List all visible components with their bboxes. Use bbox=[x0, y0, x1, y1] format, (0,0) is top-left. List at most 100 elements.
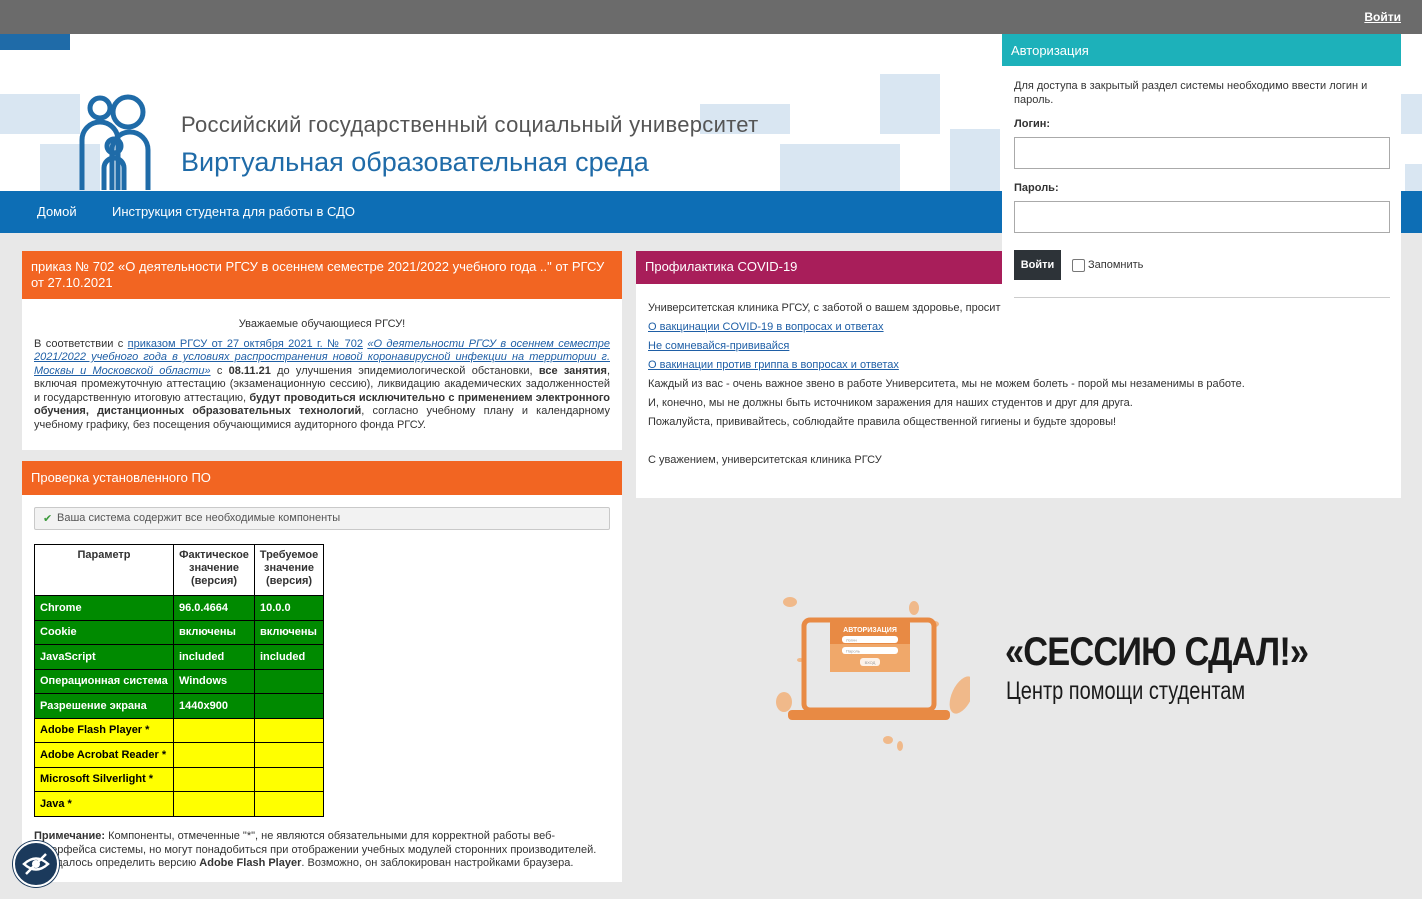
software-note: Примечание: Компоненты, отмеченные "*", … bbox=[34, 830, 604, 871]
auth-panel: Авторизация Для доступа в закрытый разде… bbox=[1002, 34, 1401, 334]
order-panel-title: приказ № 702 «О деятельности РГСУ в осен… bbox=[22, 251, 622, 299]
software-table-row: Adobe Acrobat Reader * bbox=[34, 742, 324, 768]
note-text-bold: Adobe Flash Player bbox=[199, 857, 302, 869]
software-cell-required bbox=[254, 668, 324, 694]
order-date: 08.11.21 bbox=[228, 364, 271, 377]
header-param: Параметр bbox=[34, 544, 174, 596]
art-login: Логин bbox=[846, 638, 857, 643]
covid-vaccinate-link[interactable]: Не сомневайся-прививайся bbox=[648, 340, 789, 352]
software-cell-actual bbox=[173, 742, 255, 768]
software-check-panel: Проверка установленного ПО ✔ Ваша систем… bbox=[22, 461, 622, 882]
software-table-row: Операционная система Windows bbox=[34, 668, 324, 694]
software-table-row: Java * bbox=[34, 791, 324, 817]
software-cell-param: Microsoft Silverlight * bbox=[34, 766, 174, 792]
software-cell-required: включены bbox=[254, 619, 324, 645]
promo-title[interactable]: «СЕССИЮ СДАЛ!» bbox=[1005, 630, 1309, 675]
covid-paragraph: Пожалуйста, прививайтесь, соблюдайте пра… bbox=[648, 416, 1117, 428]
software-cell-param: Java * bbox=[34, 791, 174, 817]
order-greeting: Уважаемые обучающиеся РГСУ! bbox=[238, 318, 406, 330]
order-link[interactable]: приказом РГСУ от 27 октября 2021 г. № 70… bbox=[128, 338, 363, 350]
header-decoration bbox=[1405, 164, 1422, 191]
software-cell-required: included bbox=[254, 644, 324, 670]
art-password: Пароль bbox=[846, 649, 860, 654]
header-decoration bbox=[1400, 94, 1422, 134]
password-label: Пароль: bbox=[1014, 182, 1059, 194]
software-cell-actual: включены bbox=[173, 619, 255, 645]
university-logo-icon bbox=[79, 94, 151, 190]
software-cell-param: Adobe Flash Player * bbox=[34, 717, 174, 743]
software-cell-actual: Windows bbox=[173, 668, 255, 694]
auth-divider bbox=[1014, 297, 1390, 298]
promo-subtitle[interactable]: Центр помощи студентам bbox=[1006, 677, 1245, 706]
software-cell-param: Chrome bbox=[34, 595, 174, 621]
remember-label: Запомнить bbox=[1088, 259, 1144, 271]
flu-faq-link[interactable]: О вакинации против гриппа в вопросах и о… bbox=[648, 359, 899, 371]
nav-student-instruction[interactable]: Инструкция студента для работы в СДО bbox=[112, 204, 355, 219]
header-decoration bbox=[0, 34, 70, 50]
note-label: Примечание: bbox=[34, 830, 106, 842]
covid-faq-link[interactable]: О вакцинации COVID-19 в вопросах и ответ… bbox=[648, 321, 884, 333]
software-table-header: Параметр Фактическое значение (версия) Т… bbox=[34, 544, 324, 596]
note-text: . Возможно, он заблокирован настройками … bbox=[301, 857, 574, 869]
software-table-row: Microsoft Silverlight * bbox=[34, 766, 324, 792]
top-login-link[interactable]: Войти bbox=[1364, 10, 1401, 24]
software-check-title: Проверка установленного ПО bbox=[22, 461, 622, 495]
software-cell-required bbox=[254, 717, 324, 743]
header-decoration bbox=[950, 129, 1000, 191]
password-input[interactable] bbox=[1014, 201, 1390, 233]
software-cell-required: 10.0.0 bbox=[254, 595, 324, 621]
software-table-row: JavaScript included included bbox=[34, 644, 324, 670]
software-cell-required bbox=[254, 791, 324, 817]
software-cell-required bbox=[254, 766, 324, 792]
order-text-part: с bbox=[210, 364, 229, 377]
software-table-row: Разрешение экрана 1440x900 bbox=[34, 693, 324, 719]
login-label: Логин: bbox=[1014, 118, 1051, 130]
software-cell-param: Операционная система bbox=[34, 668, 174, 694]
header-decoration bbox=[780, 144, 900, 191]
check-icon: ✔ bbox=[43, 513, 53, 525]
covid-paragraph: Каждый из вас - очень важное звено в раб… bbox=[648, 378, 1245, 390]
software-table-row: Cookie включены включены bbox=[34, 619, 324, 645]
header-decoration bbox=[880, 74, 940, 134]
auth-description: Для доступа в закрытый раздел системы не… bbox=[1014, 80, 1368, 106]
order-text: В соответствии с приказом РГСУ от 27 окт… bbox=[34, 338, 610, 433]
order-panel: приказ № 702 «О деятельности РГСУ в осен… bbox=[22, 251, 622, 450]
software-cell-actual: 96.0.4664 bbox=[173, 595, 255, 621]
order-panel-body: Уважаемые обучающиеся РГСУ! В соответств… bbox=[22, 299, 622, 442]
order-text-part: до улучшения эпидемиологической обстанов… bbox=[270, 364, 539, 377]
remember-checkbox[interactable] bbox=[1072, 259, 1085, 272]
environment-name: Виртуальная образовательная среда bbox=[181, 147, 649, 177]
login-input[interactable] bbox=[1014, 137, 1390, 169]
software-cell-required bbox=[254, 693, 324, 719]
software-table: Параметр Фактическое значение (версия) Т… bbox=[34, 544, 324, 817]
header-actual: Фактическое значение (версия) bbox=[173, 544, 255, 596]
software-cell-actual bbox=[173, 791, 255, 817]
order-text-bold: все занятия bbox=[538, 364, 607, 377]
software-cell-param: Adobe Acrobat Reader * bbox=[34, 742, 174, 768]
software-status-box: ✔ Ваша система содержит все необходимые … bbox=[34, 507, 610, 530]
software-cell-actual bbox=[173, 717, 255, 743]
art-title: АВТОРИЗАЦИЯ bbox=[843, 627, 897, 634]
software-table-row: Adobe Flash Player * bbox=[34, 717, 324, 743]
art-button: ВХОД bbox=[865, 660, 876, 665]
covid-paragraph: И, конечно, мы не должны быть источником… bbox=[648, 397, 1133, 409]
software-status-text: Ваша система содержит все необходимые ко… bbox=[57, 512, 341, 524]
header-decoration bbox=[0, 94, 80, 134]
software-table-row: Chrome 96.0.4664 10.0.0 bbox=[34, 595, 324, 621]
software-cell-param: Cookie bbox=[34, 619, 174, 645]
top-bar: Войти bbox=[0, 0, 1422, 34]
eye-off-icon bbox=[22, 853, 50, 875]
software-cell-param: JavaScript bbox=[34, 644, 174, 670]
header-required: Требуемое значение (версия) bbox=[254, 544, 324, 596]
note-text: Компоненты, отмеченные "*", не являются … bbox=[34, 830, 597, 856]
nav-home[interactable]: Домой bbox=[37, 204, 77, 219]
accessibility-toggle-button[interactable] bbox=[13, 841, 59, 887]
auth-title: Авторизация bbox=[1002, 34, 1401, 66]
software-cell-actual: included bbox=[173, 644, 255, 670]
software-cell-actual: 1440x900 bbox=[173, 693, 255, 719]
login-submit-button[interactable]: Войти bbox=[1014, 250, 1061, 280]
covid-signature: С уважением, университетская клиника РГС… bbox=[648, 454, 882, 466]
promo-laptop-illustration: АВТОРИЗАЦИЯ Логин Пароль ВХОД bbox=[776, 597, 970, 751]
software-cell-required bbox=[254, 742, 324, 768]
software-cell-actual bbox=[173, 766, 255, 792]
